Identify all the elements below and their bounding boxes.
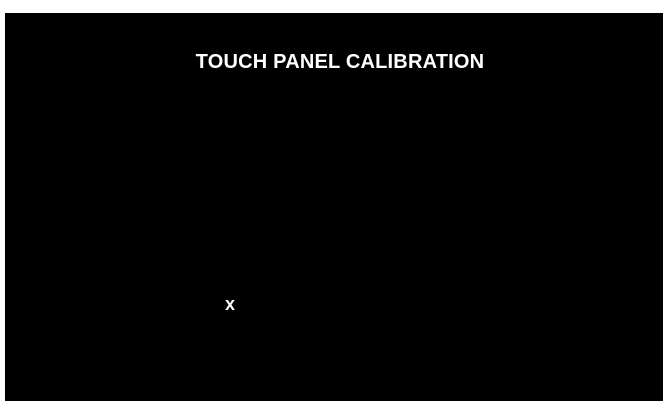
- page-title: TOUCH PANEL CALIBRATION: [195, 51, 485, 73]
- calibration-target-marker[interactable]: x: [221, 293, 239, 315]
- calibration-screen: TOUCH PANEL CALIBRATION x: [5, 13, 663, 401]
